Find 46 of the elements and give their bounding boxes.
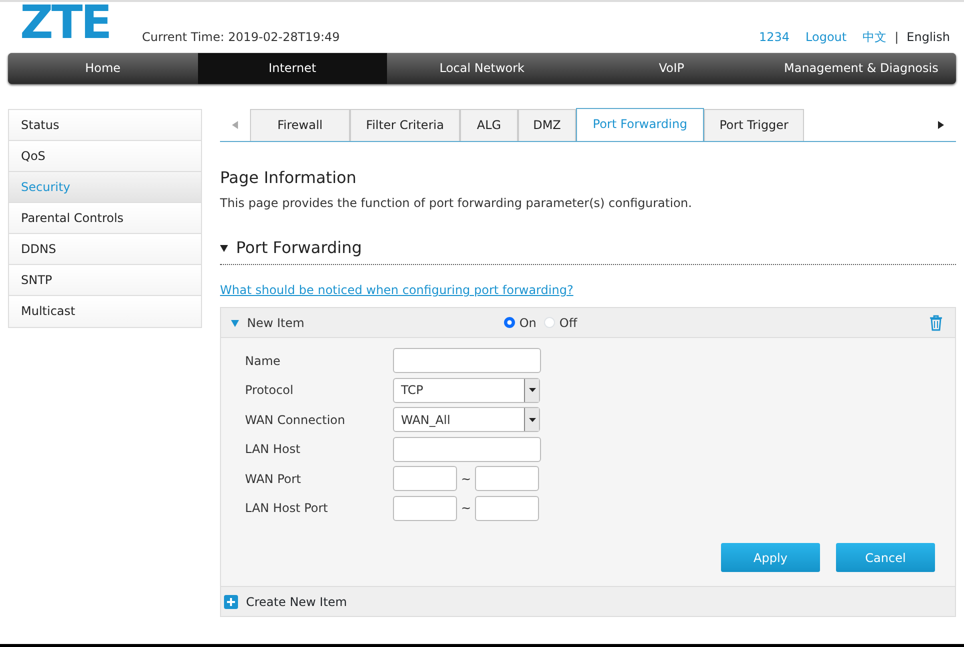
section-title: Port Forwarding xyxy=(236,237,362,259)
logo: ZTE xyxy=(20,2,112,42)
input-field[interactable] xyxy=(393,496,457,521)
menu-tab[interactable]: Internet xyxy=(198,53,388,84)
item-title: New Item xyxy=(247,314,304,332)
caret-icon xyxy=(528,418,536,422)
radio-button[interactable] xyxy=(504,317,516,328)
current-time: Current Time: 2019-02-28T19:49 xyxy=(142,29,340,46)
expand-triangle-icon[interactable] xyxy=(220,244,228,252)
plus-icon[interactable] xyxy=(224,594,238,608)
field-label: WAN Connection xyxy=(245,412,346,429)
create-new-item-link[interactable]: Create New Item xyxy=(246,592,347,610)
dropdown[interactable]: TCP xyxy=(393,378,540,403)
menu-tab[interactable]: Local Network xyxy=(387,53,577,84)
tab[interactable]: Filter Criteria xyxy=(350,109,460,141)
field-label: LAN Host xyxy=(245,441,302,458)
field-label: LAN Host Port xyxy=(245,500,329,518)
menu-tab[interactable]: VoIP xyxy=(576,53,766,84)
range-separator: ~ xyxy=(461,470,472,488)
scroll-left-icon[interactable] xyxy=(231,121,239,129)
tab[interactable]: ALG xyxy=(460,109,518,141)
input-field[interactable] xyxy=(393,436,541,462)
language-link[interactable]: 中文 xyxy=(862,28,887,46)
page-title: Page Information xyxy=(220,167,358,189)
language-link[interactable]: English xyxy=(906,28,950,46)
input-field[interactable] xyxy=(475,466,540,492)
caret-icon xyxy=(528,388,536,392)
tab[interactable]: DMZ xyxy=(518,109,576,141)
menu-tab[interactable]: Management & Diagnosis xyxy=(766,53,956,84)
field-label: Name xyxy=(245,352,282,370)
tab[interactable]: Firewall xyxy=(250,109,350,141)
range-separator: ~ xyxy=(461,500,472,518)
input-field[interactable] xyxy=(475,496,540,521)
menu-tab[interactable]: Home xyxy=(8,53,198,84)
input-field[interactable] xyxy=(393,466,457,492)
separator: | xyxy=(894,29,899,46)
tab[interactable]: Port Trigger xyxy=(704,109,804,141)
trash-icon[interactable] xyxy=(929,314,943,330)
scroll-right-icon[interactable] xyxy=(937,121,945,129)
radio-label: Off xyxy=(559,314,578,332)
dropdown[interactable]: WAN_All xyxy=(393,407,540,432)
page-description: This page provides the function of port forwarding parameter(s) configuration. xyxy=(220,195,693,212)
field-label: WAN Port xyxy=(245,470,302,488)
radio-label: On xyxy=(519,314,536,332)
field-label: Protocol xyxy=(245,382,294,400)
input-field[interactable] xyxy=(393,348,541,374)
